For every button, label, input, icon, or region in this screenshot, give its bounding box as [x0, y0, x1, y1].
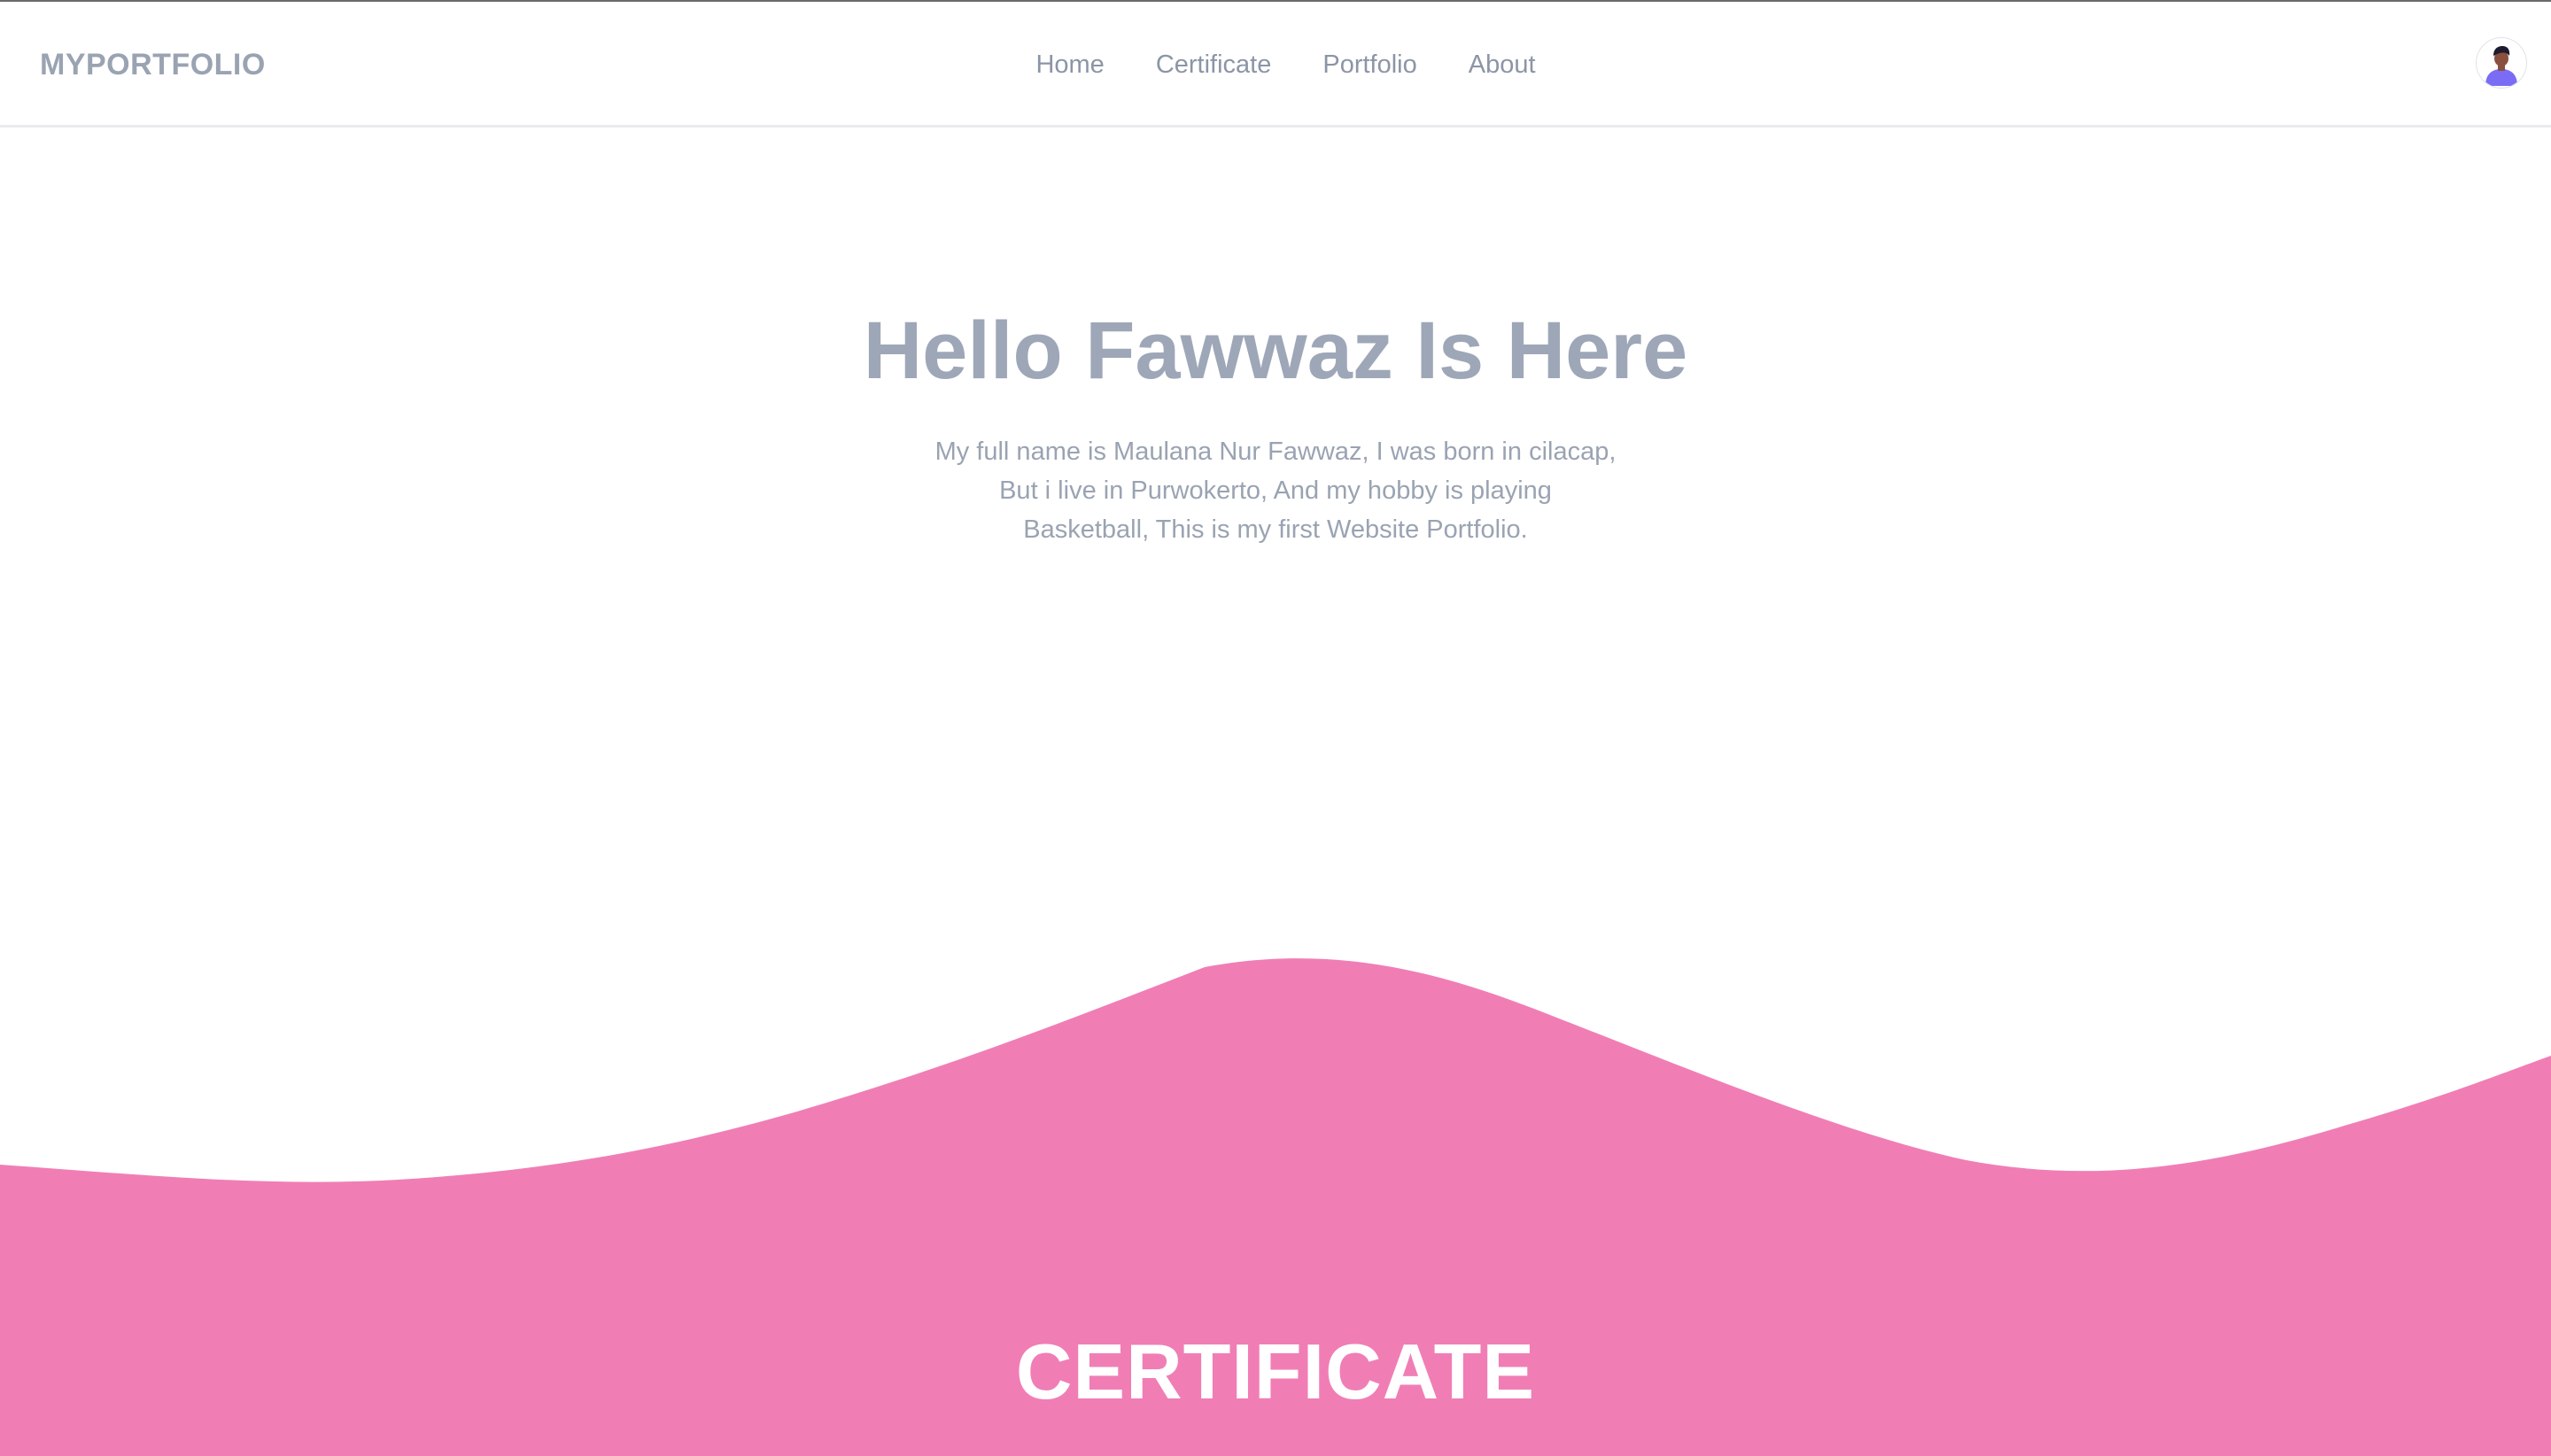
brand-logo-link[interactable]: MYPORTFOLIO: [40, 46, 266, 83]
hero-description-line-2: But i live in Purwokerto, And my hobby i…: [999, 476, 1552, 505]
nav-link-home[interactable]: Home: [1035, 46, 1104, 83]
navbar: MYPORTFOLIO Home Certificate Portfolio A…: [0, 2, 2551, 128]
nav-link-about[interactable]: About: [1469, 46, 1536, 83]
hero-section: Hello Fawwaz Is Here My full name is Mau…: [0, 292, 2551, 549]
page: MYPORTFOLIO Home Certificate Portfolio A…: [0, 0, 2551, 1456]
nav-link-portfolio[interactable]: Portfolio: [1322, 46, 1416, 83]
hero-description-line-1: My full name is Maulana Nur Fawwaz, I wa…: [934, 438, 1617, 466]
hero-description-line-3: Basketball, This is my first Website Por…: [1023, 515, 1528, 544]
certificate-section-title: CERTIFICATE: [1015, 1328, 1536, 1415]
nav-link-certificate[interactable]: Certificate: [1156, 46, 1272, 83]
user-avatar-icon[interactable]: [2477, 38, 2526, 88]
nav-menu: Home Certificate Portfolio About: [0, 46, 2551, 83]
hero-title: Hello Fawwaz Is Here: [863, 306, 1688, 396]
hero-description: My full name is Maulana Nur Fawwaz, I wa…: [908, 432, 1643, 549]
